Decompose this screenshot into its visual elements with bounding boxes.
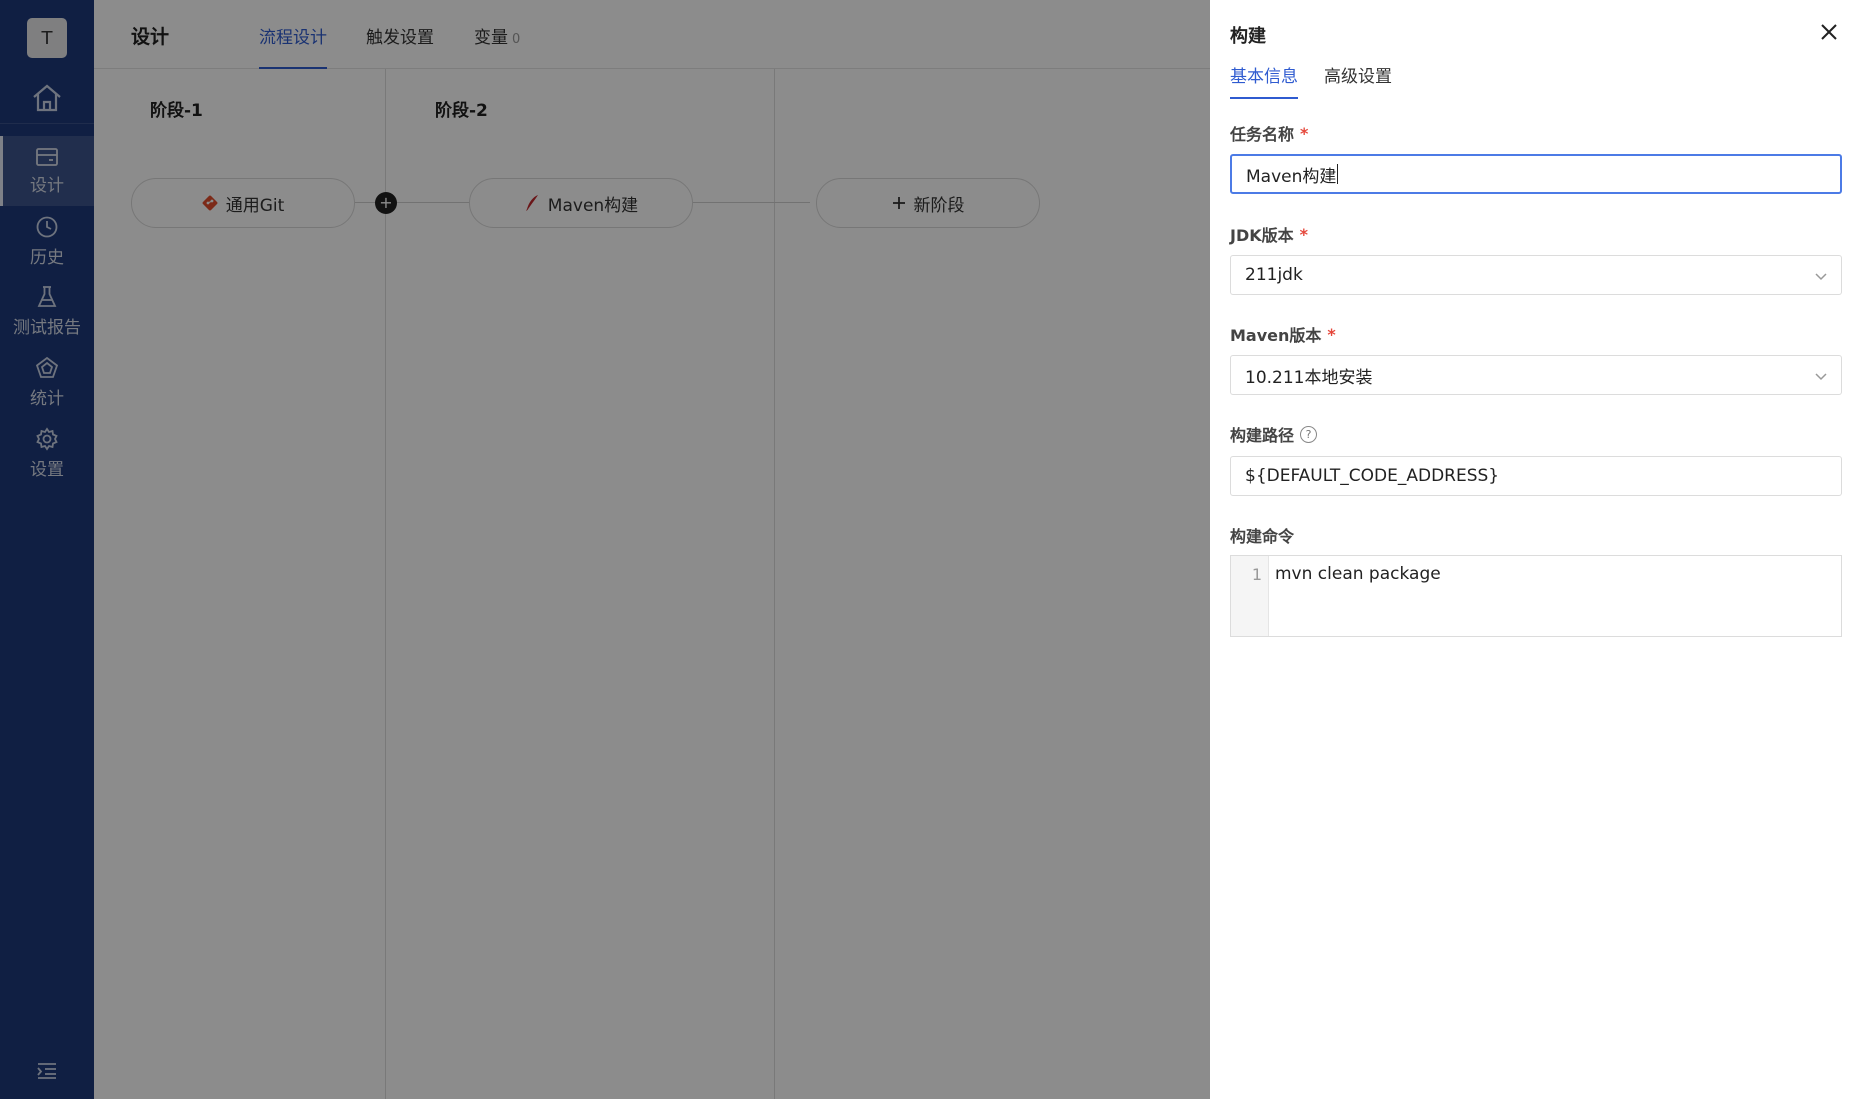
- jdk-version-value: 211jdk: [1245, 265, 1303, 285]
- required-mark: *: [1299, 224, 1309, 244]
- build-path-value: ${DEFAULT_CODE_ADDRESS}: [1245, 466, 1500, 486]
- tab-basic-info[interactable]: 基本信息: [1230, 62, 1298, 99]
- jdk-version-label: JDK版本 *: [1230, 222, 1308, 246]
- help-icon[interactable]: ?: [1300, 425, 1318, 443]
- maven-version-select[interactable]: 10.211本地安装: [1230, 355, 1842, 395]
- task-name-label: 任务名称 *: [1230, 121, 1308, 145]
- jdk-version-select[interactable]: 211jdk: [1230, 255, 1842, 295]
- modal-overlay[interactable]: [0, 0, 1210, 1099]
- drawer-title: 构建: [1230, 26, 1266, 47]
- label-text: 构建命令: [1230, 527, 1295, 546]
- close-icon: [1821, 24, 1837, 40]
- tab-advanced-settings[interactable]: 高级设置: [1324, 62, 1392, 99]
- build-command-editor[interactable]: 1 mvn clean package: [1230, 555, 1842, 637]
- line-number: 1: [1231, 556, 1269, 636]
- required-mark: *: [1327, 324, 1336, 344]
- text-cursor: [1337, 164, 1339, 184]
- build-path-input[interactable]: ${DEFAULT_CODE_ADDRESS}: [1230, 456, 1842, 496]
- label-text: 任务名称: [1230, 125, 1295, 144]
- build-command-value: mvn clean package: [1275, 564, 1441, 584]
- task-name-value: Maven构建: [1246, 166, 1337, 187]
- chevron-down-icon: [1815, 273, 1827, 281]
- tab-label: 基本信息: [1230, 67, 1298, 87]
- maven-version-label: Maven版本 *: [1230, 322, 1336, 346]
- required-mark: *: [1300, 123, 1309, 143]
- maven-version-value: 10.211本地安装: [1245, 367, 1373, 388]
- build-path-label: 构建路径 ?: [1230, 422, 1318, 446]
- task-config-drawer: 构建 基本信息 高级设置 任务名称 * Maven构建 JDK版本 * 211j…: [1210, 0, 1860, 1099]
- build-command-label: 构建命令: [1230, 523, 1294, 547]
- label-text: 构建路径: [1230, 426, 1295, 445]
- close-button[interactable]: [1817, 20, 1841, 44]
- label-text: Maven版本: [1230, 326, 1322, 345]
- task-name-input[interactable]: Maven构建: [1230, 154, 1842, 194]
- label-text: JDK版本: [1230, 226, 1294, 245]
- tab-label: 高级设置: [1324, 67, 1392, 87]
- chevron-down-icon: [1815, 373, 1827, 381]
